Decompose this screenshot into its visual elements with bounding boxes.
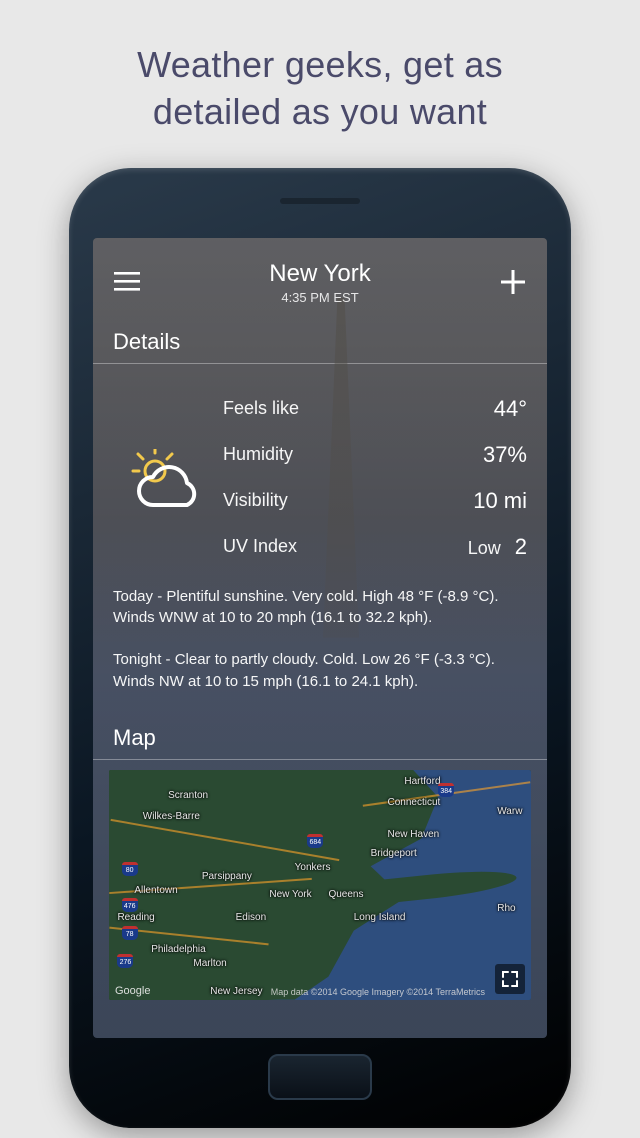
map-view[interactable]: Hartford Connecticut Warw Scranton Wilkes-Ba… bbox=[109, 770, 531, 1000]
map-city-label: Reading bbox=[117, 912, 154, 923]
stat-label: Humidity bbox=[223, 444, 293, 465]
top-bar: New York 4:35 PM EST bbox=[93, 238, 547, 315]
stat-uv-index: UV Index Low 2 bbox=[223, 524, 527, 570]
headline-line1: Weather geeks, get as bbox=[137, 44, 503, 85]
stat-value: 44° bbox=[494, 396, 527, 422]
phone-frame: New York 4:35 PM EST Details bbox=[69, 168, 571, 1128]
map-city-label: Queens bbox=[328, 889, 363, 900]
stat-label: Visibility bbox=[223, 490, 288, 511]
map-city-label: Bridgeport bbox=[371, 848, 417, 859]
map-city-label: New York bbox=[269, 889, 311, 900]
expand-map-icon[interactable] bbox=[495, 964, 525, 994]
route-shield: 384 bbox=[438, 783, 454, 797]
map-city-label: Yonkers bbox=[295, 862, 331, 873]
map-city-label: Philadelphia bbox=[151, 944, 206, 955]
uv-level-text: Low bbox=[468, 538, 501, 559]
route-shield: 80 bbox=[122, 862, 138, 876]
map-city-label: New Haven bbox=[388, 829, 440, 840]
stat-visibility: Visibility 10 mi bbox=[223, 478, 527, 524]
route-shield: 78 bbox=[122, 926, 138, 940]
add-location-icon[interactable] bbox=[499, 268, 527, 296]
stat-value: 10 mi bbox=[473, 488, 527, 514]
route-shield: 684 bbox=[307, 834, 323, 848]
stat-value: 37% bbox=[483, 442, 527, 468]
location-title[interactable]: New York 4:35 PM EST bbox=[141, 260, 499, 305]
map-city-label: New Jersey bbox=[210, 986, 262, 997]
route-shield: 276 bbox=[117, 954, 133, 968]
route-shield: 476 bbox=[122, 898, 138, 912]
map-city-label: Allentown bbox=[134, 885, 177, 896]
headline-line2: detailed as you want bbox=[153, 91, 487, 132]
map-logo: Google bbox=[115, 985, 150, 997]
map-city-label: Connecticut bbox=[388, 797, 441, 808]
map-city-label: Hartford bbox=[404, 776, 440, 787]
map-city-label: Long Island bbox=[354, 912, 406, 923]
map-city-label: Parsippany bbox=[202, 871, 252, 882]
stat-label: Feels like bbox=[223, 398, 299, 419]
app-screen: New York 4:35 PM EST Details bbox=[93, 238, 547, 1038]
map-section: Map Hartford Connecticut Warw Scranton Wilke… bbox=[93, 711, 547, 1000]
map-city-label: Rho bbox=[497, 903, 515, 914]
uv-value: 2 bbox=[515, 534, 527, 560]
forecast-tonight: Tonight - Clear to partly cloudy. Cold. … bbox=[93, 639, 547, 703]
menu-icon[interactable] bbox=[113, 268, 141, 296]
city-name: New York bbox=[141, 260, 499, 288]
stat-humidity: Humidity 37% bbox=[223, 432, 527, 478]
local-time: 4:35 PM EST bbox=[141, 290, 499, 305]
stat-label: UV Index bbox=[223, 536, 297, 557]
map-city-label: Edison bbox=[236, 912, 267, 923]
details-body: Feels like 44° Humidity 37% Visibility 1… bbox=[93, 368, 547, 576]
stats-list: Feels like 44° Humidity 37% Visibility 1… bbox=[223, 386, 527, 570]
map-header: Map bbox=[93, 711, 547, 760]
map-city-label: Wilkes-Barre bbox=[143, 811, 200, 822]
map-city-label: Marlton bbox=[193, 958, 226, 969]
map-city-label: Scranton bbox=[168, 790, 208, 801]
stat-feels-like: Feels like 44° bbox=[223, 386, 527, 432]
map-attribution: Map data ©2014 Google Imagery ©2014 Terr… bbox=[271, 987, 485, 997]
details-header: Details bbox=[93, 315, 547, 364]
promo-headline: Weather geeks, get as detailed as you wa… bbox=[137, 42, 503, 136]
map-city-label: Warw bbox=[497, 806, 522, 817]
partly-sunny-icon bbox=[113, 386, 223, 570]
forecast-today: Today - Plentiful sunshine. Very cold. H… bbox=[93, 576, 547, 640]
